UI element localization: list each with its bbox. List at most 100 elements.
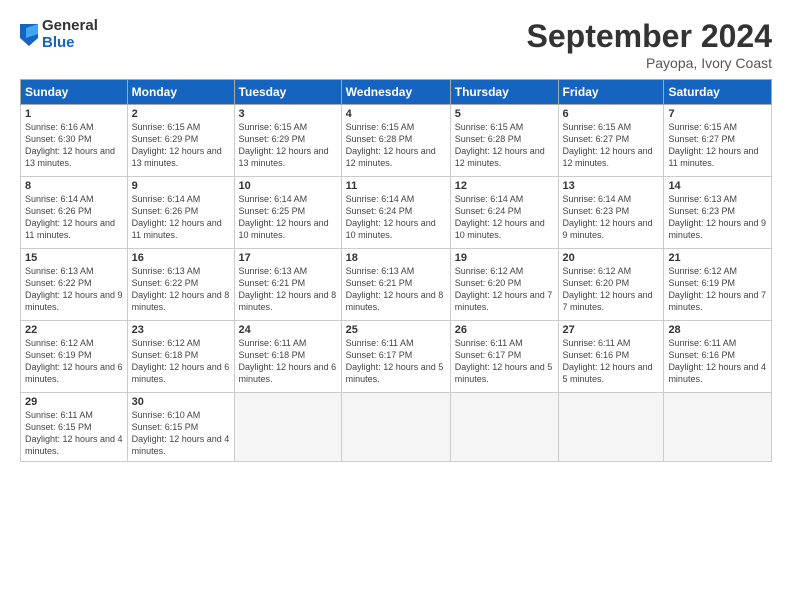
day-info: Sunrise: 6:14 AMSunset: 6:26 PMDaylight:… [132, 193, 230, 242]
logo-text: General Blue [42, 18, 98, 51]
day-info: Sunrise: 6:11 AMSunset: 6:17 PMDaylight:… [346, 337, 446, 386]
day-info: Sunrise: 6:14 AMSunset: 6:24 PMDaylight:… [455, 193, 554, 242]
day-info: Sunrise: 6:15 AMSunset: 6:28 PMDaylight:… [455, 121, 554, 170]
day-number: 9 [132, 180, 230, 192]
day-21: 21Sunrise: 6:12 AMSunset: 6:19 PMDayligh… [664, 249, 772, 321]
col-sunday: Sunday [21, 80, 128, 105]
day-number: 8 [25, 180, 123, 192]
day-number: 12 [455, 180, 554, 192]
day-30: 30Sunrise: 6:10 AMSunset: 6:15 PMDayligh… [127, 393, 234, 462]
day-number: 28 [668, 324, 767, 336]
empty-cell [234, 393, 341, 462]
day-info: Sunrise: 6:15 AMSunset: 6:27 PMDaylight:… [668, 121, 767, 170]
day-info: Sunrise: 6:13 AMSunset: 6:22 PMDaylight:… [25, 265, 123, 314]
day-4: 4Sunrise: 6:15 AMSunset: 6:28 PMDaylight… [341, 105, 450, 177]
empty-cell [664, 393, 772, 462]
day-number: 14 [668, 180, 767, 192]
day-info: Sunrise: 6:11 AMSunset: 6:17 PMDaylight:… [455, 337, 554, 386]
day-number: 17 [239, 252, 337, 264]
day-1: 1Sunrise: 6:16 AMSunset: 6:30 PMDaylight… [21, 105, 128, 177]
col-saturday: Saturday [664, 80, 772, 105]
day-number: 22 [25, 324, 123, 336]
day-25: 25Sunrise: 6:11 AMSunset: 6:17 PMDayligh… [341, 321, 450, 393]
day-number: 20 [563, 252, 660, 264]
day-number: 16 [132, 252, 230, 264]
day-9: 9Sunrise: 6:14 AMSunset: 6:26 PMDaylight… [127, 177, 234, 249]
day-info: Sunrise: 6:12 AMSunset: 6:18 PMDaylight:… [132, 337, 230, 386]
day-14: 14Sunrise: 6:13 AMSunset: 6:23 PMDayligh… [664, 177, 772, 249]
day-6: 6Sunrise: 6:15 AMSunset: 6:27 PMDaylight… [558, 105, 664, 177]
day-number: 4 [346, 108, 446, 120]
day-number: 5 [455, 108, 554, 120]
day-info: Sunrise: 6:13 AMSunset: 6:21 PMDaylight:… [346, 265, 446, 314]
day-info: Sunrise: 6:15 AMSunset: 6:27 PMDaylight:… [563, 121, 660, 170]
day-number: 7 [668, 108, 767, 120]
day-number: 25 [346, 324, 446, 336]
day-18: 18Sunrise: 6:13 AMSunset: 6:21 PMDayligh… [341, 249, 450, 321]
day-number: 15 [25, 252, 123, 264]
col-thursday: Thursday [450, 80, 558, 105]
day-number: 6 [563, 108, 660, 120]
day-number: 21 [668, 252, 767, 264]
day-info: Sunrise: 6:14 AMSunset: 6:24 PMDaylight:… [346, 193, 446, 242]
day-number: 1 [25, 108, 123, 120]
day-info: Sunrise: 6:11 AMSunset: 6:16 PMDaylight:… [563, 337, 660, 386]
calendar-header-row: Sunday Monday Tuesday Wednesday Thursday… [21, 80, 772, 105]
day-7: 7Sunrise: 6:15 AMSunset: 6:27 PMDaylight… [664, 105, 772, 177]
day-26: 26Sunrise: 6:11 AMSunset: 6:17 PMDayligh… [450, 321, 558, 393]
day-info: Sunrise: 6:13 AMSunset: 6:23 PMDaylight:… [668, 193, 767, 242]
day-5: 5Sunrise: 6:15 AMSunset: 6:28 PMDaylight… [450, 105, 558, 177]
day-info: Sunrise: 6:11 AMSunset: 6:15 PMDaylight:… [25, 409, 123, 458]
empty-cell [558, 393, 664, 462]
day-number: 30 [132, 396, 230, 408]
page: General Blue September 2024 Payopa, Ivor… [0, 0, 792, 612]
day-info: Sunrise: 6:12 AMSunset: 6:20 PMDaylight:… [455, 265, 554, 314]
title-block: September 2024 Payopa, Ivory Coast [527, 18, 772, 71]
logo-blue: Blue [42, 35, 98, 52]
col-friday: Friday [558, 80, 664, 105]
day-info: Sunrise: 6:14 AMSunset: 6:25 PMDaylight:… [239, 193, 337, 242]
day-info: Sunrise: 6:13 AMSunset: 6:22 PMDaylight:… [132, 265, 230, 314]
day-info: Sunrise: 6:15 AMSunset: 6:28 PMDaylight:… [346, 121, 446, 170]
day-info: Sunrise: 6:15 AMSunset: 6:29 PMDaylight:… [132, 121, 230, 170]
day-number: 11 [346, 180, 446, 192]
day-info: Sunrise: 6:11 AMSunset: 6:16 PMDaylight:… [668, 337, 767, 386]
col-monday: Monday [127, 80, 234, 105]
day-number: 26 [455, 324, 554, 336]
day-17: 17Sunrise: 6:13 AMSunset: 6:21 PMDayligh… [234, 249, 341, 321]
day-19: 19Sunrise: 6:12 AMSunset: 6:20 PMDayligh… [450, 249, 558, 321]
day-info: Sunrise: 6:14 AMSunset: 6:26 PMDaylight:… [25, 193, 123, 242]
day-number: 19 [455, 252, 554, 264]
empty-cell [341, 393, 450, 462]
day-info: Sunrise: 6:11 AMSunset: 6:18 PMDaylight:… [239, 337, 337, 386]
day-number: 18 [346, 252, 446, 264]
day-10: 10Sunrise: 6:14 AMSunset: 6:25 PMDayligh… [234, 177, 341, 249]
day-3: 3Sunrise: 6:15 AMSunset: 6:29 PMDaylight… [234, 105, 341, 177]
day-info: Sunrise: 6:14 AMSunset: 6:23 PMDaylight:… [563, 193, 660, 242]
day-23: 23Sunrise: 6:12 AMSunset: 6:18 PMDayligh… [127, 321, 234, 393]
day-13: 13Sunrise: 6:14 AMSunset: 6:23 PMDayligh… [558, 177, 664, 249]
day-number: 3 [239, 108, 337, 120]
day-8: 8Sunrise: 6:14 AMSunset: 6:26 PMDaylight… [21, 177, 128, 249]
logo: General Blue [20, 18, 98, 51]
day-number: 10 [239, 180, 337, 192]
day-info: Sunrise: 6:12 AMSunset: 6:19 PMDaylight:… [668, 265, 767, 314]
day-number: 2 [132, 108, 230, 120]
day-12: 12Sunrise: 6:14 AMSunset: 6:24 PMDayligh… [450, 177, 558, 249]
day-24: 24Sunrise: 6:11 AMSunset: 6:18 PMDayligh… [234, 321, 341, 393]
col-tuesday: Tuesday [234, 80, 341, 105]
day-number: 13 [563, 180, 660, 192]
day-29: 29Sunrise: 6:11 AMSunset: 6:15 PMDayligh… [21, 393, 128, 462]
logo-general: General [42, 18, 98, 35]
day-info: Sunrise: 6:10 AMSunset: 6:15 PMDaylight:… [132, 409, 230, 458]
day-number: 24 [239, 324, 337, 336]
day-info: Sunrise: 6:15 AMSunset: 6:29 PMDaylight:… [239, 121, 337, 170]
day-28: 28Sunrise: 6:11 AMSunset: 6:16 PMDayligh… [664, 321, 772, 393]
day-number: 23 [132, 324, 230, 336]
empty-cell [450, 393, 558, 462]
day-27: 27Sunrise: 6:11 AMSunset: 6:16 PMDayligh… [558, 321, 664, 393]
day-16: 16Sunrise: 6:13 AMSunset: 6:22 PMDayligh… [127, 249, 234, 321]
day-number: 27 [563, 324, 660, 336]
day-info: Sunrise: 6:12 AMSunset: 6:20 PMDaylight:… [563, 265, 660, 314]
day-15: 15Sunrise: 6:13 AMSunset: 6:22 PMDayligh… [21, 249, 128, 321]
